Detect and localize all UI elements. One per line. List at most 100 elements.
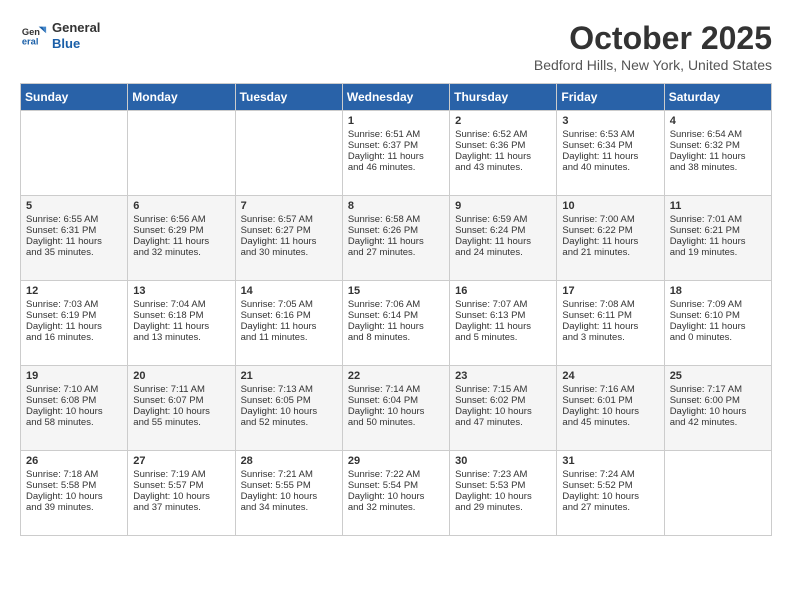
day-info: and 24 minutes. [455, 247, 551, 258]
day-number: 17 [562, 285, 658, 297]
day-info: Sunrise: 7:03 AM [26, 299, 122, 310]
day-info: Daylight: 11 hours [348, 236, 444, 247]
day-info: Daylight: 10 hours [562, 491, 658, 502]
calendar-cell [235, 111, 342, 196]
day-info: Daylight: 11 hours [670, 151, 766, 162]
day-number: 6 [133, 200, 229, 212]
day-info: and 37 minutes. [133, 502, 229, 513]
day-info: Daylight: 10 hours [26, 406, 122, 417]
day-info: Daylight: 11 hours [455, 151, 551, 162]
day-info: Sunset: 6:16 PM [241, 310, 337, 321]
location-title: Bedford Hills, New York, United States [534, 57, 772, 73]
calendar-cell: 5Sunrise: 6:55 AMSunset: 6:31 PMDaylight… [21, 196, 128, 281]
calendar-week-1: 1 Sunrise: 6:51 AMSunset: 6:37 PM Daylight… [21, 111, 772, 196]
day-info: Daylight: 10 hours [670, 406, 766, 417]
day-info: and 3 minutes. [562, 332, 658, 343]
calendar-cell: 30Sunrise: 7:23 AMSunset: 5:53 PMDayligh… [450, 451, 557, 536]
day-number: 23 [455, 370, 551, 382]
day-info: Sunrise: 7:11 AM [133, 384, 229, 395]
day-info: Sunrise: 7:14 AM [348, 384, 444, 395]
day-info: Daylight: 11 hours [562, 151, 658, 162]
day-info: and 13 minutes. [133, 332, 229, 343]
day-number: 13 [133, 285, 229, 297]
calendar-cell: 14Sunrise: 7:05 AMSunset: 6:16 PMDayligh… [235, 281, 342, 366]
calendar-cell: 4Sunrise: 6:54 AMSunset: 6:32 PMDaylight… [664, 111, 771, 196]
day-info: Sunset: 6:37 PM [348, 140, 444, 151]
day-info: Sunset: 6:32 PM [670, 140, 766, 151]
day-info: Sunset: 6:08 PM [26, 395, 122, 406]
header-friday: Friday [557, 84, 664, 111]
day-info: Daylight: 11 hours [562, 236, 658, 247]
day-info: and 52 minutes. [241, 417, 337, 428]
day-number: 31 [562, 455, 658, 467]
day-info: and 39 minutes. [26, 502, 122, 513]
page-header: Gen eral General Blue October 2025 Bedfo… [20, 20, 772, 73]
calendar-cell: 29Sunrise: 7:22 AMSunset: 5:54 PMDayligh… [342, 451, 449, 536]
day-info: Daylight: 10 hours [455, 491, 551, 502]
calendar-cell: 10Sunrise: 7:00 AMSunset: 6:22 PMDayligh… [557, 196, 664, 281]
day-info: Sunrise: 7:01 AM [670, 214, 766, 225]
day-info: Sunrise: 7:15 AM [455, 384, 551, 395]
logo-general: General [52, 20, 100, 35]
day-number: 20 [133, 370, 229, 382]
day-info: Sunset: 6:27 PM [241, 225, 337, 236]
header-row: Sunday Monday Tuesday Wednesday Thursday… [21, 84, 772, 111]
day-info: Sunrise: 7:22 AM [348, 469, 444, 480]
day-info: and 21 minutes. [562, 247, 658, 258]
day-info: and 34 minutes. [241, 502, 337, 513]
day-info: Sunset: 6:00 PM [670, 395, 766, 406]
day-info: Daylight: 10 hours [241, 406, 337, 417]
day-info: and 45 minutes. [562, 417, 658, 428]
calendar-cell: 31Sunrise: 7:24 AMSunset: 5:52 PMDayligh… [557, 451, 664, 536]
calendar-week-4: 19Sunrise: 7:10 AMSunset: 6:08 PMDayligh… [21, 366, 772, 451]
calendar-cell: 21Sunrise: 7:13 AMSunset: 6:05 PMDayligh… [235, 366, 342, 451]
day-info: Sunrise: 7:21 AM [241, 469, 337, 480]
day-info: Daylight: 10 hours [26, 491, 122, 502]
day-info: Daylight: 11 hours [670, 236, 766, 247]
day-info: and 46 minutes. [348, 162, 444, 173]
calendar-cell: 9Sunrise: 6:59 AMSunset: 6:24 PMDaylight… [450, 196, 557, 281]
day-number: 11 [670, 200, 766, 212]
calendar-week-5: 26Sunrise: 7:18 AMSunset: 5:58 PMDayligh… [21, 451, 772, 536]
day-info: Sunset: 5:54 PM [348, 480, 444, 491]
day-info: and 27 minutes. [562, 502, 658, 513]
day-info: and 43 minutes. [455, 162, 551, 173]
day-number: 8 [348, 200, 444, 212]
day-info: and 11 minutes. [241, 332, 337, 343]
day-info: Sunrise: 7:06 AM [348, 299, 444, 310]
day-info: Sunset: 6:26 PM [348, 225, 444, 236]
day-number: 1 [348, 115, 444, 127]
day-info: Sunrise: 7:23 AM [455, 469, 551, 480]
day-number: 12 [26, 285, 122, 297]
day-info: and 32 minutes. [133, 247, 229, 258]
day-info: Daylight: 11 hours [348, 321, 444, 332]
header-monday: Monday [128, 84, 235, 111]
day-info: Sunset: 6:10 PM [670, 310, 766, 321]
day-info: Sunrise: 7:00 AM [562, 214, 658, 225]
day-info: and 16 minutes. [26, 332, 122, 343]
calendar-cell: 15Sunrise: 7:06 AMSunset: 6:14 PMDayligh… [342, 281, 449, 366]
day-info: Sunset: 6:01 PM [562, 395, 658, 406]
day-number: 28 [241, 455, 337, 467]
calendar-week-3: 12Sunrise: 7:03 AMSunset: 6:19 PMDayligh… [21, 281, 772, 366]
day-number: 30 [455, 455, 551, 467]
logo-icon: Gen eral [20, 22, 48, 50]
calendar-cell: 11Sunrise: 7:01 AMSunset: 6:21 PMDayligh… [664, 196, 771, 281]
day-info: Sunrise: 7:18 AM [26, 469, 122, 480]
day-info: Sunrise: 6:55 AM [26, 214, 122, 225]
day-info: and 29 minutes. [455, 502, 551, 513]
day-info: Daylight: 11 hours [455, 236, 551, 247]
calendar-table: Sunday Monday Tuesday Wednesday Thursday… [20, 83, 772, 536]
day-info: Sunrise: 6:58 AM [348, 214, 444, 225]
day-info: and 40 minutes. [562, 162, 658, 173]
calendar-cell: 17Sunrise: 7:08 AMSunset: 6:11 PMDayligh… [557, 281, 664, 366]
day-info: Sunrise: 6:51 AM [348, 129, 444, 140]
day-info: Sunrise: 6:53 AM [562, 129, 658, 140]
calendar-cell: 28Sunrise: 7:21 AMSunset: 5:55 PMDayligh… [235, 451, 342, 536]
calendar-cell: 16Sunrise: 7:07 AMSunset: 6:13 PMDayligh… [450, 281, 557, 366]
header-sunday: Sunday [21, 84, 128, 111]
day-info: Daylight: 11 hours [26, 321, 122, 332]
day-info: Sunset: 6:24 PM [455, 225, 551, 236]
calendar-cell: 24Sunrise: 7:16 AMSunset: 6:01 PMDayligh… [557, 366, 664, 451]
logo-text: General Blue [52, 20, 100, 51]
